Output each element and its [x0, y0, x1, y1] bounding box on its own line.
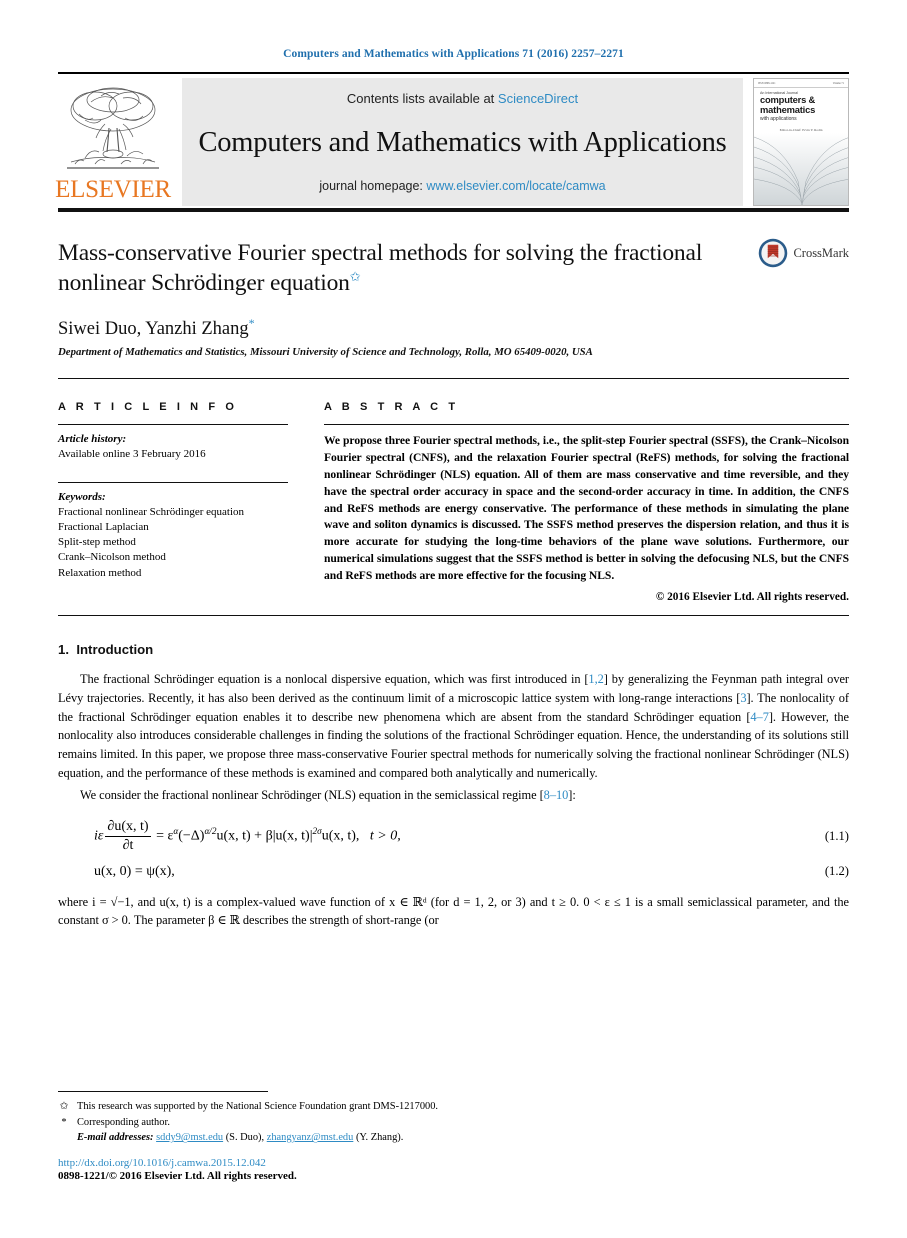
abstract-bottom-rule	[58, 615, 849, 617]
cover-issn: ISSN 0898-1221	[758, 82, 776, 85]
eq1-epsilon: ε	[97, 828, 104, 844]
footnote-area: ✩ This research was supported by the Nat…	[58, 1091, 849, 1182]
keywords-heading: Keywords:	[58, 490, 106, 503]
contents-prefix: Contents lists available at	[346, 91, 495, 106]
equation-1-2-number: (1.2)	[824, 864, 849, 879]
eq1-u-final: u(x, t),	[321, 828, 360, 844]
issn-copyright-line: 0898-1221/© 2016 Elsevier Ltd. All right…	[58, 1170, 297, 1182]
abstract-label: A B S T R A C T	[324, 401, 459, 414]
article-history-heading: Article history:	[58, 433, 127, 446]
email-owner-duo: (S. Duo),	[225, 1132, 265, 1144]
cover-volume: Volume 71	[832, 82, 844, 85]
eq1-partial-fraction: ∂u(x, t) ∂t	[105, 819, 151, 854]
corresponding-author-mark[interactable]: *	[249, 316, 255, 330]
keywords-group: Keywords: Fractional nonlinear Schröding…	[58, 483, 288, 589]
journal-masthead: ELSEVIER Contents lists available at Sci…	[55, 78, 849, 206]
footnote-emails: E-mail addresses: sddy9@mst.edu (S. Duo)…	[58, 1130, 849, 1146]
paragraph-intro-1: The fractional Schrödinger equation is a…	[58, 670, 849, 782]
cover-top-bar: ISSN 0898-1221 Volume 71	[754, 79, 848, 88]
authors-text: Siwei Duo, Yanzhi Zhang	[58, 319, 249, 340]
footnote-funding-text: This research was supported by the Natio…	[77, 1101, 438, 1113]
footnote-star-mark: ✩	[59, 1101, 69, 1113]
equation-1-1-number: (1.1)	[824, 828, 849, 843]
keyword-item: Relaxation method	[58, 566, 142, 579]
title-rule	[58, 378, 849, 380]
para2-part-a: We consider the fractional nonlinear Sch…	[80, 788, 544, 803]
journal-homepage-link[interactable]: www.elsevier.com/locate/camwa	[426, 179, 605, 193]
email-owner-zhang: (Y. Zhang).	[355, 1132, 404, 1144]
section-title: Introduction	[76, 642, 154, 658]
footnote-corresponding-text: Corresponding author.	[77, 1116, 170, 1128]
email-link-zhang[interactable]: zhangyanz@mst.edu	[267, 1132, 354, 1143]
abstract-column: A B S T R A C T We propose three Fourier…	[310, 401, 849, 603]
abstract-copyright: © 2016 Elsevier Ltd. All rights reserved…	[655, 591, 849, 604]
running-head: Computers and Mathematics with Applicati…	[283, 48, 624, 60]
keyword-item: Fractional nonlinear Schrödinger equatio…	[58, 505, 245, 518]
crossmark-badge[interactable]: CrossMark	[758, 238, 849, 268]
journal-homepage-line: journal homepage: www.elsevier.com/locat…	[319, 179, 605, 193]
section-heading-introduction: 1. Introduction	[58, 642, 849, 657]
title-footnote-mark[interactable]: ✩	[350, 269, 361, 284]
eq1-equals-eps: = ε	[156, 828, 174, 844]
page-title: Mass-conservative Fourier spectral metho…	[58, 238, 718, 298]
eq1-frac-denominator: ∂t	[122, 837, 134, 853]
paragraph-intro-3: where i = √−1, and u(x, t) is a complex-…	[58, 894, 849, 928]
journal-banner: Contents lists available at ScienceDirec…	[182, 78, 743, 206]
footnote-asterisk-mark: *	[61, 1116, 67, 1128]
eq1-u-plus-beta: u(x, t) + β|u(x, t)|	[216, 828, 313, 844]
masthead-top-rule	[58, 72, 849, 74]
article-history-line: Available online 3 February 2016	[58, 448, 206, 461]
crossmark-label: CrossMark	[793, 245, 849, 260]
paragraph-intro-2: We consider the fractional nonlinear Sch…	[58, 786, 849, 805]
article-history-group: Article history: Available online 3 Febr…	[58, 425, 288, 470]
elsevier-wordmark: ELSEVIER	[55, 176, 171, 203]
eq1-laplacian-exponent: α/2	[204, 825, 217, 836]
crossmark-icon	[759, 238, 788, 268]
eq1-condition: t > 0,	[369, 828, 401, 844]
keyword-item: Crank–Nicolson method	[58, 551, 166, 564]
eq1-laplacian: (−Δ)	[178, 828, 205, 844]
footnote-rule	[58, 1091, 268, 1093]
footnote-funding: ✩ This research was supported by the Nat…	[58, 1099, 849, 1115]
journal-cover-thumbnail: ISSN 0898-1221 Volume 71 An Internationa…	[753, 78, 849, 206]
paper-page: Computers and Mathematics with Applicati…	[0, 0, 907, 1238]
citation-ref[interactable]: 8–10	[544, 788, 569, 802]
keyword-item: Fractional Laplacian	[58, 521, 149, 533]
journal-title: Computers and Mathematics with Applicati…	[198, 126, 727, 158]
keyword-item: Split-step method	[58, 536, 136, 549]
elsevier-logo: ELSEVIER	[55, 78, 171, 206]
cover-funnel-graphic	[754, 133, 848, 205]
citation-ref[interactable]: 4–7	[750, 710, 768, 724]
equation-1-2-row: u(x, 0) = ψ(x), (1.2)	[58, 864, 849, 880]
paper-title-text: Mass-conservative Fourier spectral metho…	[58, 240, 703, 297]
author-list: Siwei Duo, Yanzhi Zhang*	[58, 316, 849, 340]
cover-editor: Editor-in-Chief: Ervin Y. Rodin	[779, 127, 823, 132]
equation-1-2-body: u(x, 0) = ψ(x),	[94, 863, 175, 879]
title-block: CrossMark Mass-conservative Fourier spec…	[58, 212, 849, 358]
cover-title-line3: with applications	[760, 115, 797, 122]
citation-ref[interactable]: 1,2	[588, 672, 603, 686]
eq1-modulus-exponent: 2σ	[312, 825, 322, 836]
affiliation: Department of Mathematics and Statistics…	[58, 346, 593, 359]
para2-part-b: ]:	[568, 788, 576, 803]
email-link-duo[interactable]: sddy9@mst.edu	[156, 1132, 223, 1143]
cover-title-line2: mathematics	[760, 103, 816, 115]
email-addresses-label: E-mail addresses:	[77, 1132, 154, 1144]
abstract-text: We propose three Fourier spectral method…	[324, 434, 849, 582]
info-abstract-row: A R T I C L E I N F O Article history: A…	[58, 401, 849, 603]
article-info-column: A R T I C L E I N F O Article history: A…	[58, 401, 310, 603]
elsevier-tree-icon	[67, 87, 159, 169]
equation-1-1-row: iε ∂u(x, t) ∂t = εα(−Δ)α/2u(x, t) + β|u(x,…	[58, 819, 849, 854]
para1-part-a: The fractional Schrödinger equation is a…	[80, 672, 589, 687]
section-number: 1.	[58, 642, 69, 658]
footnote-corresponding: * Corresponding author.	[58, 1115, 849, 1131]
sciencedirect-link[interactable]: ScienceDirect	[498, 91, 578, 106]
equation-1-1-body: iε ∂u(x, t) ∂t = εα(−Δ)α/2u(x, t) + β|u(x,…	[58, 819, 789, 854]
homepage-prefix: journal homepage:	[319, 179, 423, 193]
contents-available-line: Contents lists available at ScienceDirec…	[347, 91, 578, 106]
doi-link[interactable]: http://dx.doi.org/10.1016/j.camwa.2015.1…	[58, 1157, 849, 1169]
eq1-frac-numerator: ∂u(x, t)	[105, 819, 151, 837]
article-info-label: A R T I C L E I N F O	[58, 401, 238, 414]
